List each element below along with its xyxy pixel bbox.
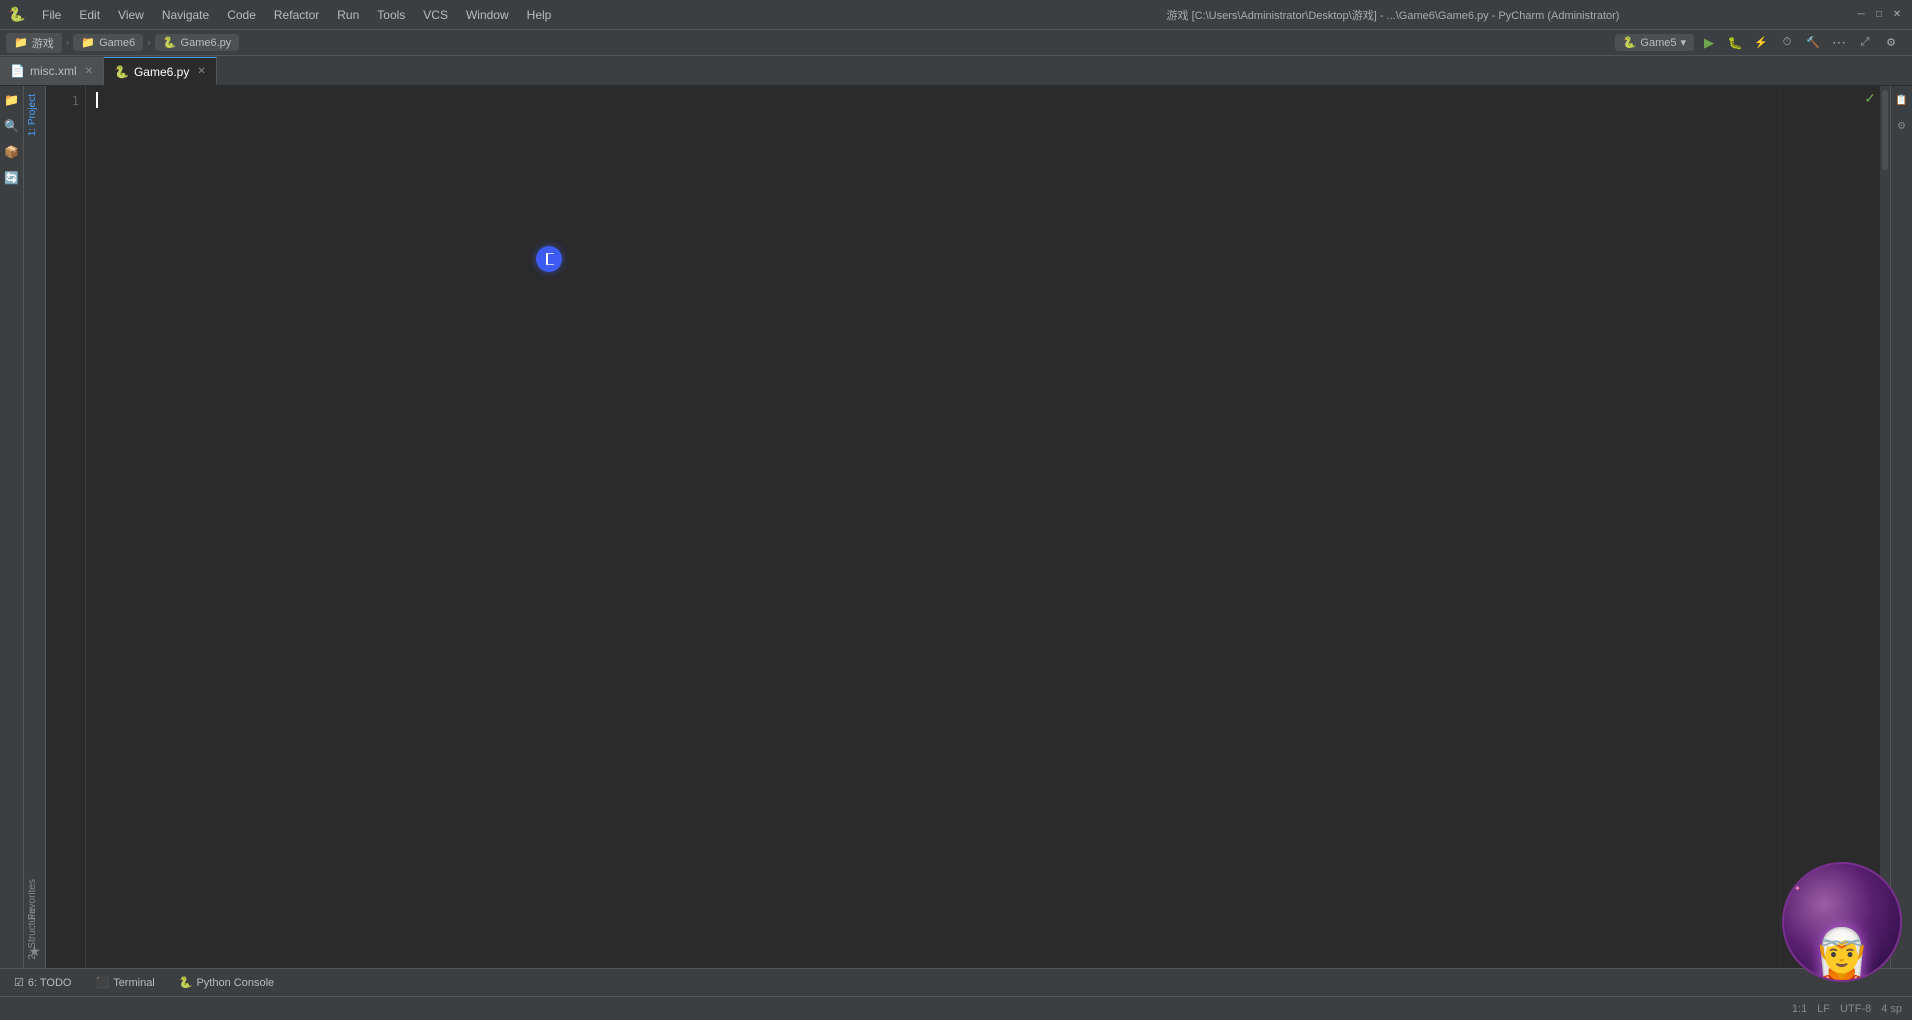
menu-file[interactable]: File bbox=[34, 6, 69, 24]
scroll-track bbox=[1880, 90, 1890, 968]
line-number-1: 1 bbox=[46, 92, 79, 110]
nav-breadcrumb-bar: 📁 游戏 › 📁 Game6 › 🐍 Game6.py 🐍 Game5 ▾ ▶ … bbox=[0, 30, 1912, 56]
close-misc-xml[interactable]: ✕ bbox=[85, 66, 93, 77]
cursor-line bbox=[96, 92, 1770, 108]
todo-label: 6: TODO bbox=[28, 977, 72, 989]
project-panel-label[interactable]: 1: Project bbox=[24, 86, 45, 144]
terminal-icon: ⬛ bbox=[95, 976, 109, 989]
window-title: 游戏 [C:\Users\Administrator\Desktop\游戏] -… bbox=[940, 7, 1846, 23]
sidebar-project-icon[interactable]: 📁 bbox=[2, 90, 22, 110]
terminal-button[interactable]: ⬛ Terminal bbox=[89, 974, 160, 991]
run-config-chevron: ▾ bbox=[1680, 36, 1686, 49]
favorites-star-icon[interactable]: ★ bbox=[28, 943, 41, 960]
right-panels: 📋 ⚙ bbox=[1890, 86, 1912, 968]
scroll-thumb[interactable] bbox=[1882, 90, 1888, 170]
cursor-indicator bbox=[536, 246, 562, 272]
todo-icon: ☑ bbox=[14, 976, 24, 989]
breadcrumb-sep-2: › bbox=[147, 37, 151, 49]
sidebar-search-icon[interactable]: 🔍 bbox=[2, 116, 22, 136]
close-game6-py[interactable]: ✕ bbox=[197, 66, 205, 77]
breadcrumb-sep-1: › bbox=[66, 37, 70, 49]
todo-panel-button[interactable]: ☑ 6: TODO bbox=[8, 974, 77, 991]
run-config-label: Game5 bbox=[1640, 37, 1676, 49]
menu-navigate[interactable]: Navigate bbox=[154, 6, 217, 24]
text-cursor bbox=[96, 92, 98, 108]
vertical-scrollbar[interactable] bbox=[1880, 86, 1890, 968]
app-icon: 🐍 bbox=[8, 6, 26, 24]
menu-edit[interactable]: Edit bbox=[71, 6, 108, 24]
file-encoding[interactable]: UTF-8 bbox=[1840, 1003, 1871, 1015]
menu-view[interactable]: View bbox=[110, 6, 152, 24]
line-numbers: 1 bbox=[46, 86, 86, 968]
main-layout: 📁 🔍 📦 🔄 1: Project 2: Structure Favorite… bbox=[0, 86, 1912, 968]
menu-vcs[interactable]: VCS bbox=[415, 6, 456, 24]
more-actions-button[interactable]: ⋯ bbox=[1828, 32, 1850, 54]
run-configuration[interactable]: 🐍 Game5 ▾ bbox=[1615, 34, 1694, 51]
python-console-label: Python Console bbox=[196, 977, 274, 989]
menu-bar: File Edit View Navigate Code Refactor Ru… bbox=[34, 6, 940, 24]
editor-area[interactable]: 1 ✓ bbox=[46, 86, 1890, 968]
cursor-shape bbox=[546, 253, 554, 265]
game6-py-icon: 🐍 bbox=[114, 65, 129, 79]
build-button[interactable]: 🔨 bbox=[1802, 32, 1824, 54]
folder2-icon: 📁 bbox=[81, 36, 95, 49]
python-file-icon: 🐍 bbox=[163, 36, 177, 49]
cursor-position[interactable]: 1:1 bbox=[1792, 1003, 1807, 1015]
menu-window[interactable]: Window bbox=[458, 6, 517, 24]
sidebar-vcs-icon[interactable]: 🔄 bbox=[2, 168, 22, 188]
sidebar-packages-icon[interactable]: 📦 bbox=[2, 142, 22, 162]
status-bar: 1:1 LF UTF-8 4 sp bbox=[0, 996, 1912, 1020]
settings-button[interactable]: ⚙ bbox=[1880, 32, 1902, 54]
breadcrumb-label-1: 游戏 bbox=[32, 35, 54, 51]
breadcrumb-label-2: Game6 bbox=[99, 37, 135, 49]
expand-button[interactable]: ⤢ bbox=[1854, 32, 1876, 54]
inspection-ok-icon: ✓ bbox=[1864, 90, 1876, 107]
tab-misc-xml[interactable]: 📄 misc.xml ✕ bbox=[0, 57, 104, 85]
left-panels: 1: Project 2: Structure Favorites ★ bbox=[24, 86, 46, 968]
breadcrumb-game6-py[interactable]: 🐍 Game6.py bbox=[155, 34, 239, 51]
line-separator[interactable]: LF bbox=[1817, 1003, 1830, 1015]
tab-label-misc: misc.xml bbox=[30, 64, 77, 78]
run-button[interactable]: ▶ bbox=[1698, 32, 1720, 54]
breadcrumb-game[interactable]: 📁 游戏 bbox=[6, 33, 62, 53]
menu-refactor[interactable]: Refactor bbox=[266, 6, 327, 24]
tab-game6-py[interactable]: 🐍 Game6.py ✕ bbox=[104, 57, 217, 85]
editor-tabs: 📄 misc.xml ✕ 🐍 Game6.py ✕ bbox=[0, 56, 1912, 86]
code-editor[interactable] bbox=[86, 86, 1780, 968]
title-bar: 🐍 File Edit View Navigate Code Refactor … bbox=[0, 0, 1912, 30]
bottom-toolbar: ☑ 6: TODO ⬛ Terminal 🐍 Python Console bbox=[0, 968, 1912, 996]
run-config-icon: 🐍 bbox=[1623, 36, 1637, 49]
menu-tools[interactable]: Tools bbox=[369, 6, 413, 24]
debug-button[interactable]: 🐛 bbox=[1724, 32, 1746, 54]
minimap bbox=[1780, 86, 1880, 968]
menu-run[interactable]: Run bbox=[329, 6, 367, 24]
window-controls: ─ □ ✕ bbox=[1854, 8, 1904, 22]
indent-size[interactable]: 4 sp bbox=[1881, 1003, 1902, 1015]
left-sidebar: 📁 🔍 📦 🔄 bbox=[0, 86, 24, 968]
terminal-label: Terminal bbox=[113, 977, 155, 989]
menu-code[interactable]: Code bbox=[219, 6, 264, 24]
minimize-button[interactable]: ─ bbox=[1854, 8, 1868, 22]
tab-label-game6: Game6.py bbox=[134, 65, 189, 79]
maximize-button[interactable]: □ bbox=[1872, 8, 1886, 22]
python-console-icon: 🐍 bbox=[179, 976, 193, 989]
status-right: 1:1 LF UTF-8 4 sp bbox=[1792, 1003, 1902, 1015]
toolbar-right: 🐍 Game5 ▾ ▶ 🐛 ⚡ ⏱ 🔨 ⋯ ⤢ ⚙ bbox=[1611, 32, 1906, 54]
favorites-panel-label[interactable]: Favorites bbox=[24, 871, 41, 928]
close-button[interactable]: ✕ bbox=[1890, 8, 1904, 22]
run-with-coverage-button[interactable]: ⚡ bbox=[1750, 32, 1772, 54]
profile-button[interactable]: ⏱ bbox=[1776, 32, 1798, 54]
misc-xml-icon: 📄 bbox=[10, 64, 25, 78]
menu-help[interactable]: Help bbox=[519, 6, 560, 24]
right-panel-icon-2[interactable]: ⚙ bbox=[1892, 116, 1912, 136]
right-panel-icon-1[interactable]: 📋 bbox=[1892, 90, 1912, 110]
breadcrumb-game6-folder[interactable]: 📁 Game6 bbox=[73, 34, 143, 51]
breadcrumb-label-3: Game6.py bbox=[181, 37, 232, 49]
python-console-button[interactable]: 🐍 Python Console bbox=[173, 974, 280, 991]
folder-icon: 📁 bbox=[14, 36, 28, 49]
